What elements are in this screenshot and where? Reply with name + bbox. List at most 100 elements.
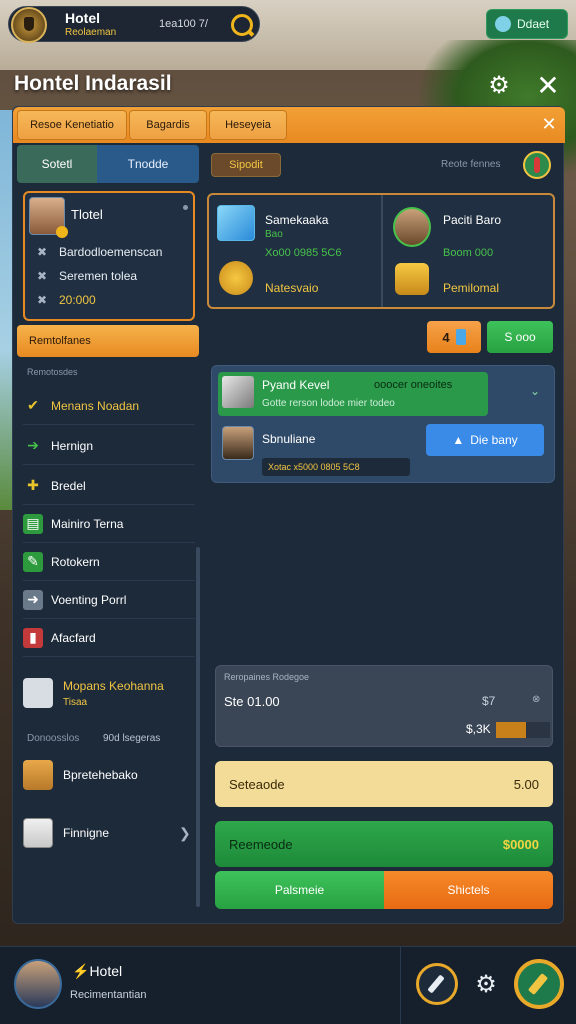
check-icon: ✔: [27, 397, 39, 413]
bottom-separator: [400, 947, 401, 1024]
tab-close-icon[interactable]: ✕: [537, 111, 561, 137]
staff-portrait: [393, 207, 431, 247]
action-ring-icon[interactable]: [514, 959, 564, 1009]
left-item-7[interactable]: ▮ Afacfard: [23, 619, 195, 657]
sipodit-pill[interactable]: Sipodit: [211, 153, 281, 177]
card-left-sub: Bao: [265, 229, 283, 240]
left-item-1[interactable]: ✔ Menans Noadan: [23, 387, 195, 425]
left-item-4[interactable]: ▤ Mainiro Terna: [23, 505, 195, 543]
person-avatar: [222, 426, 254, 460]
hotel-logo-icon: [11, 7, 47, 43]
cross-icon: ✖: [37, 245, 48, 259]
list-green-row[interactable]: Pyand Kevel ooocer oneoites Gotte rerson…: [218, 372, 488, 416]
divider-right-text: 90d lsegeras: [103, 733, 161, 744]
bottom-bar: ⚡Hotel Recimentantian ⚙: [0, 946, 576, 1024]
top-status-bar: Hotel Reolaeman 1ea100 7/: [8, 6, 260, 43]
split-right-button[interactable]: Shictels: [384, 871, 553, 909]
info-progress-fill: [496, 722, 526, 738]
count-button[interactable]: 4: [427, 321, 481, 353]
tab-3[interactable]: Heseyeia: [209, 110, 287, 140]
left-item-3[interactable]: ✚ Bredel: [23, 467, 195, 505]
twin-card[interactable]: Samekaaka Bao Xo00 0985 5C6 Natesvaio Pa…: [207, 193, 555, 309]
split-left-button[interactable]: Palsmeie: [215, 871, 384, 909]
hotel-line-3: ✖ 20:000: [37, 293, 96, 307]
settings-gear-icon[interactable]: ⚙: [486, 73, 512, 99]
info-close-icon[interactable]: ⊗: [532, 694, 540, 705]
shield-icon[interactable]: [523, 151, 551, 179]
chevron-right-icon[interactable]: ❯: [179, 825, 191, 842]
gold-bag-icon: [395, 263, 429, 295]
right-header-label: Reote fennes: [441, 159, 501, 170]
segment-right[interactable]: Tnodde: [97, 145, 199, 183]
arrow-icon: ➔: [27, 437, 39, 453]
hotel-line-1: ✖ Bardodloemenscan: [37, 245, 163, 259]
person-name: Sbnuliane: [262, 432, 316, 446]
green-row[interactable]: Reemeode $0000: [215, 821, 553, 867]
top-right-button-label: Ddaet: [517, 17, 550, 31]
card-left-title: Samekaaka: [265, 213, 329, 227]
book-icon: ▮: [23, 627, 43, 648]
card-right-gold: Pemilomal: [443, 281, 500, 295]
tag-icon: ➜: [23, 589, 43, 610]
bottom-title: ⚡Hotel: [72, 963, 123, 979]
featured-item-icon: [23, 678, 53, 708]
hotel-menu-dot-icon[interactable]: [183, 205, 188, 210]
bottom-item-1[interactable]: Bpretehebako: [23, 747, 195, 803]
left-scrollbar[interactable]: [196, 547, 200, 907]
top-stat: 1ea100 7/: [159, 18, 208, 30]
left-section-label: Remotosdes: [27, 367, 78, 377]
player-avatar[interactable]: [14, 959, 62, 1009]
thumbnail-image: [222, 376, 254, 408]
main-panel: Resoe Kenetiatio Bagardis Heseyeia ✕ Sot…: [12, 106, 565, 924]
window-title: Hontel Indarasil: [14, 72, 172, 95]
left-item-5[interactable]: ✎ Rotokern: [23, 543, 195, 581]
hotel-name: Tlotel: [71, 207, 103, 222]
split-buttons: Palsmeie Shictels: [215, 871, 553, 909]
cream-row[interactable]: Seteaode 5.00: [215, 761, 553, 807]
map-icon: [23, 818, 53, 848]
top-title: Hotel: [65, 10, 100, 26]
hotel-line-2: ✖ Seremen tolea: [37, 269, 138, 283]
info-progress-bar: [496, 722, 550, 738]
info-value: Ste 01.00: [224, 694, 280, 709]
bottom-item-2[interactable]: Finnigne: [23, 805, 195, 861]
card-left-gold: Natesvaio: [265, 281, 319, 295]
info-label: Reropaines Rodegoe: [224, 672, 310, 682]
card-right-title: Paciti Baro: [443, 213, 502, 227]
top-subtitle: Reolaeman: [65, 27, 117, 38]
hotel-card[interactable]: Tlotel ✖ Bardodloemenscan ✖ Seremen tolea …: [23, 191, 195, 321]
lightning-icon: ⚡: [72, 963, 90, 979]
window-close-icon[interactable]: ✕: [534, 72, 562, 100]
left-item-2[interactable]: ➔ Hernign: [23, 427, 195, 465]
bottom-gear-icon[interactable]: ⚙: [472, 971, 500, 999]
top-right-button[interactable]: Ddaet: [486, 9, 568, 39]
hat-icon: ▲: [452, 433, 465, 447]
cube-icon: [217, 205, 255, 241]
wrench-icon: ✚: [27, 477, 39, 493]
info-panel: Reropaines Rodegoe Ste 01.00 $7 ⊗ $,3K: [215, 665, 553, 747]
card-left-value: Xo00 0985 5C6: [265, 247, 342, 259]
hotel-avatar: [29, 197, 68, 238]
info-chip: Xotac x5000 0805 5C8: [262, 458, 410, 476]
document-icon: ▤: [23, 513, 43, 534]
blue-action-button[interactable]: ▲ Die bany: [426, 424, 544, 456]
segment-left[interactable]: Sotetl: [17, 145, 97, 183]
chevron-down-icon[interactable]: ⌄: [530, 384, 540, 398]
phone-icon: [455, 329, 466, 345]
cross-icon: ✖: [37, 293, 48, 307]
list-panel: Pyand Kevel ooocer oneoites Gotte rerson…: [211, 365, 555, 483]
compass-icon[interactable]: [416, 963, 458, 1005]
green-small-button[interactable]: S ooo: [487, 321, 553, 353]
bottom-subtitle: Recimentantian: [70, 989, 147, 1001]
remote-features-bar[interactable]: Remtolfanes: [17, 325, 199, 357]
cross-icon: ✖: [37, 269, 48, 283]
tab-2[interactable]: Bagardis: [129, 110, 207, 140]
bag-icon: [23, 760, 53, 790]
featured-item[interactable]: Mopans Keohanna Tisaa: [23, 665, 195, 721]
tab-1[interactable]: Resoe Kenetiatio: [17, 110, 127, 140]
coin-icon[interactable]: [231, 14, 253, 36]
divider-left-text: Donoosslos: [27, 733, 80, 744]
gold-gear-icon: [219, 261, 253, 295]
card-right-value: Boom 000: [443, 247, 494, 259]
left-item-6[interactable]: ➜ Voenting Porrl: [23, 581, 195, 619]
